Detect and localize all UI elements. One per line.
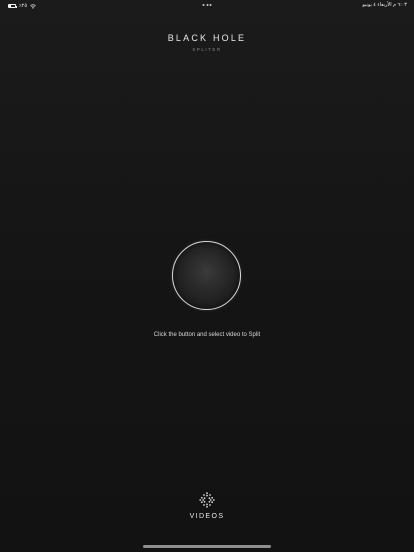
- app-header: BLACK HOLE SPLITER: [0, 33, 414, 52]
- videos-dots-icon: [199, 492, 215, 508]
- home-indicator[interactable]: [143, 545, 271, 548]
- app-subtitle: SPLITER: [192, 47, 222, 52]
- select-video-button[interactable]: [172, 241, 241, 310]
- status-date-time: ٦:٠٣ م الأربعاء ٤ يونيو: [362, 2, 407, 8]
- battery-fill: [9, 5, 11, 7]
- status-bar: ٪۲٥ ٦:٠٣ م الأربعاء ٤ يونيو: [0, 0, 414, 11]
- wifi-icon: [30, 3, 36, 9]
- videos-tab-label: VIDEOS: [189, 513, 225, 520]
- videos-tab-button[interactable]: VIDEOS: [180, 492, 234, 528]
- battery-icon: [8, 4, 17, 8]
- multitasking-dots-icon[interactable]: [202, 4, 212, 6]
- app-title: BLACK HOLE: [167, 33, 247, 43]
- battery-percentage: ٪۲٥: [19, 3, 28, 9]
- instruction-text: Click the button and select video to Spl…: [153, 332, 261, 338]
- status-left-group: ٪۲٥: [8, 3, 36, 9]
